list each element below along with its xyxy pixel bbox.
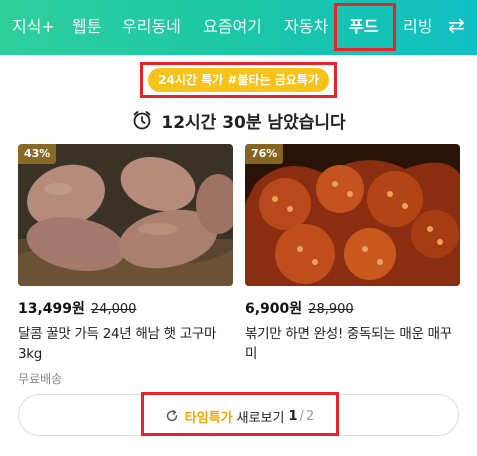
product-image-spicy-octopus[interactable]: 76% [245, 144, 460, 286]
highlight-box-badge [140, 62, 337, 98]
alarm-clock-icon [133, 111, 151, 130]
nav-tab-car[interactable]: 자동차 [284, 16, 328, 38]
highlight-box-food-tab [334, 3, 396, 51]
sale-price: 6,900원 [245, 301, 303, 317]
countdown: 12시간 30분 남았습니다 [0, 107, 477, 133]
discount-badge: 43% [18, 144, 57, 164]
product-title[interactable]: 볶기만 하면 완성! 중독되는 매운 매꾸미 [245, 324, 460, 364]
nav-tab-knowledge[interactable]: 지식+ [12, 16, 55, 38]
original-price: 28,900 [308, 302, 354, 317]
sale-price: 13,499원 [18, 301, 85, 317]
nav-tab-trending-places[interactable]: 요즘여기 [203, 16, 262, 38]
nav-tab-webtoon[interactable]: 웹툰 [72, 16, 101, 38]
discount-badge: 76% [245, 144, 284, 164]
shipping-label: 무료배송 [18, 372, 63, 386]
countdown-text: 12시간 30분 남았습니다 [161, 112, 346, 133]
original-price: 24,000 [90, 302, 137, 317]
product-card[interactable]: 43% 13,499원 24,000 달콤 꿀맛 가득 24년 해남 햇 고구마… [18, 144, 233, 387]
product-title[interactable]: 달콤 꿀맛 가득 24년 해남 햇 고구마 3kg [18, 324, 233, 364]
category-nav: 지식+ 웹툰 우리동네 요즘여기 자동차 푸드 리빙 ⇄ [0, 0, 477, 55]
product-image-sweet-potato[interactable]: 43% [18, 144, 233, 286]
product-card[interactable]: 76% 6,900원 28,900 볶기만 하면 완성! 중독되는 매운 매꾸미 [245, 144, 460, 364]
nav-tab-neighborhood[interactable]: 우리동네 [122, 16, 181, 38]
swap-arrows-icon[interactable]: ⇄ [448, 13, 465, 37]
highlight-box-refresh [141, 392, 339, 436]
nav-tab-living[interactable]: 리빙 [403, 16, 432, 38]
